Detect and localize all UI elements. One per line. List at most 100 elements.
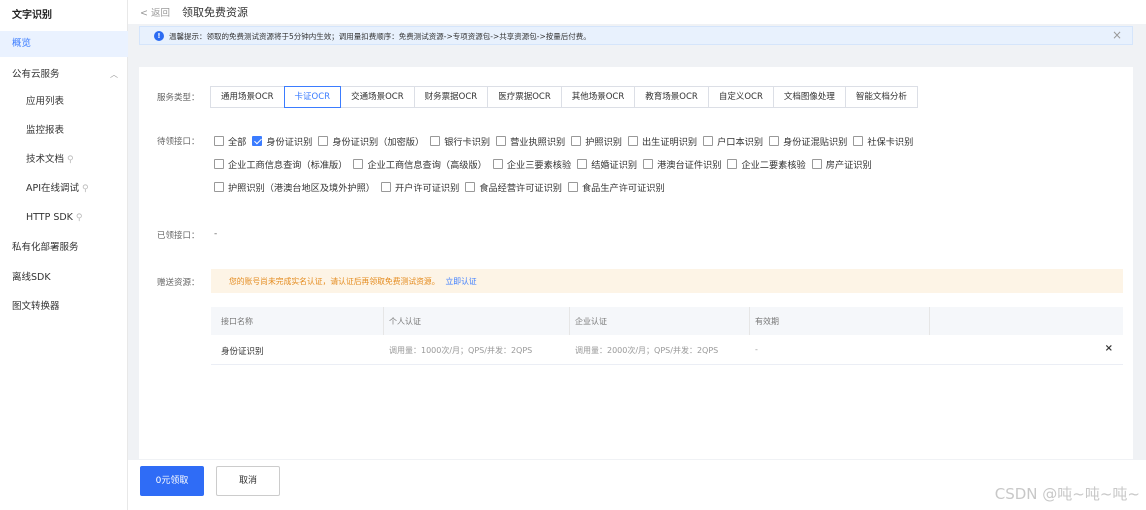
verify-now-link[interactable]: 立即认证 [446,277,477,286]
checkbox-account-permit[interactable]: 开户许可证识别 [381,180,459,194]
tab-doc-image[interactable]: 文档图像处理 [772,86,846,108]
checkbox-label: 身份证混贴识别 [783,137,848,148]
checkbox-box[interactable] [430,136,441,146]
checkbox-box[interactable] [214,182,224,192]
sidebar-item-label: 应用列表 [26,96,65,107]
checkbox-idcard[interactable]: 身份证识别 [252,134,312,148]
checkbox-business-license[interactable]: 营业执照识别 [496,134,565,148]
checkbox-food-business[interactable]: 食品经营许可证识别 [465,180,562,194]
column-divider [749,307,750,335]
gift-resource-label: 赠送资源： [157,278,200,288]
info-icon: ! [154,31,164,41]
tab-traffic-ocr[interactable]: 交通场景OCR [340,86,415,108]
checkbox-hkmt[interactable]: 港澳台证件识别 [643,157,721,171]
sidebar-item-label: 概览 [12,38,32,49]
checkbox-box[interactable] [703,136,714,146]
checkbox-box[interactable] [465,182,476,192]
checkbox-box[interactable] [496,136,507,146]
tab-finance-ocr[interactable]: 财务票据OCR [413,86,489,108]
personal-quota-cell: 调用量：1000次/月；QPS/并发：2QPS [389,346,533,355]
checkbox-marriage[interactable]: 结婚证识别 [577,157,637,171]
checkbox-label: 户口本识别 [717,137,764,148]
checkbox-household[interactable]: 户口本识别 [703,134,763,148]
checkbox-box[interactable] [628,136,638,146]
checkbox-box[interactable] [318,136,329,146]
tab-card-ocr[interactable]: 卡证OCR [283,86,342,108]
remove-row-icon[interactable]: × [1105,343,1113,354]
sidebar-item-offline-sdk[interactable]: 离线SDK [0,265,128,291]
checkbox-passport[interactable]: 护照识别 [571,134,622,148]
tab-education-ocr[interactable]: 教育场景OCR [634,86,709,108]
checkbox-company-3factor[interactable]: 企业三要素核验 [492,157,571,171]
tab-other-ocr[interactable]: 其他场景OCR [560,86,636,108]
checkbox-box[interactable] [643,159,654,169]
checkbox-idcard-encrypted[interactable]: 身份证识别（加密版） [318,134,424,148]
sidebar-item-api-debug[interactable]: API在线调试 ⚲ [0,176,128,202]
checkbox-box[interactable] [381,182,391,192]
checkbox-box[interactable] [214,136,224,146]
checkbox-box[interactable] [571,136,582,146]
checkbox-box[interactable] [727,159,738,169]
checkbox-box[interactable] [577,159,588,169]
checkbox-box[interactable] [252,136,263,146]
resource-table: 接口名称 个人认证 企业认证 有效期 身份证识别 调用量：1000次/月；QPS… [211,307,1123,365]
sidebar-item-label: 图文转换器 [12,301,60,312]
sidebar-item-tech-docs[interactable]: 技术文档 ⚲ [0,147,128,173]
sidebar-item-overview[interactable]: 概览 [0,31,128,57]
sidebar-item-app-list[interactable]: 应用列表 [0,89,128,115]
page-title: 领取免费资源 [182,6,248,19]
external-link-icon: ⚲ [67,155,74,165]
tab-custom-ocr[interactable]: 自定义OCR [707,86,774,108]
api-name-cell: 身份证识别 [221,347,264,357]
sidebar-item-http-sdk[interactable]: HTTP SDK ⚲ [0,205,128,231]
checkbox-box[interactable] [811,159,822,169]
sidebar-title: 文字识别 [12,10,52,21]
checkbox-social-card[interactable]: 社保卡识别 [853,134,913,148]
page-header: < 返回 领取免费资源 [128,0,1146,24]
tab-medical-ocr[interactable]: 医疗票据OCR [487,86,562,108]
checkbox-company-adv[interactable]: 企业工商信息查询（高级版） [353,157,487,171]
checkbox-box[interactable] [353,159,364,169]
sidebar-item-converter[interactable]: 图文转换器 [0,294,128,320]
checkbox-label: 护照识别（港澳台地区及境外护照） [228,183,375,194]
checkbox-box[interactable] [853,136,864,146]
checkbox-idcard-mixed[interactable]: 身份证混贴识别 [769,134,847,148]
verification-warning: 您的账号尚未完成实名认证，请认证后再领取免费测试资源。 立即认证 [211,269,1123,293]
checkbox-food-production[interactable]: 食品生产许可证识别 [568,180,665,194]
column-divider [929,307,930,335]
close-icon[interactable]: × [1112,28,1122,42]
checkbox-label: 结婚证识别 [591,160,638,171]
chevron-up-icon: ︿ [110,70,118,79]
external-link-icon: ⚲ [75,213,83,223]
column-header: 企业认证 [575,317,607,326]
sidebar-item-public-cloud[interactable]: 公有云服务 ︿ [0,62,128,88]
checkbox-bankcard[interactable]: 银行卡识别 [430,134,490,148]
notice-banner: ! 温馨提示：领取的免费测试资源将于5分钟内生效；调用量扣费顺序：免费测试资源-… [139,26,1133,45]
checkbox-property[interactable]: 房产证识别 [811,157,872,171]
table-header: 接口名称 个人认证 企业认证 有效期 [211,307,1123,335]
column-header: 个人认证 [389,317,421,326]
back-link[interactable]: < 返回 [140,5,170,19]
checkbox-company-2factor[interactable]: 企业二要素核验 [727,157,806,171]
checkbox-label: 企业二要素核验 [741,160,806,171]
tab-general-ocr[interactable]: 通用场景OCR [210,86,285,108]
cancel-button[interactable]: 取消 [216,466,280,496]
checkbox-box[interactable] [214,159,224,169]
sidebar: 文字识别 概览 公有云服务 ︿ 应用列表 监控报表 技术文档 ⚲ API在线调试 ⚲ … [0,0,128,510]
checkbox-box[interactable] [492,159,503,169]
checkbox-label: 港澳台证件识别 [657,160,722,171]
checkbox-label: 开户许可证识别 [395,183,460,194]
tab-doc-analysis[interactable]: 智能文档分析 [844,86,918,108]
checkbox-all[interactable]: 全部 [214,134,246,148]
checkbox-birth-cert[interactable]: 出生证明识别 [628,134,697,148]
checkbox-label: 房产证识别 [825,160,872,171]
claim-free-button[interactable]: 0元领取 [140,466,204,496]
sidebar-item-private-deploy[interactable]: 私有化部署服务 [0,235,128,261]
sidebar-item-label: 技术文档 [26,154,65,165]
checkbox-label: 护照识别 [585,137,622,148]
sidebar-item-monitor[interactable]: 监控报表 [0,118,128,144]
checkbox-box[interactable] [568,182,578,192]
checkbox-passport-overseas[interactable]: 护照识别（港澳台地区及境外护照） [214,180,375,194]
checkbox-company-std[interactable]: 企业工商信息查询（标准版） [214,157,347,171]
checkbox-box[interactable] [769,136,780,146]
